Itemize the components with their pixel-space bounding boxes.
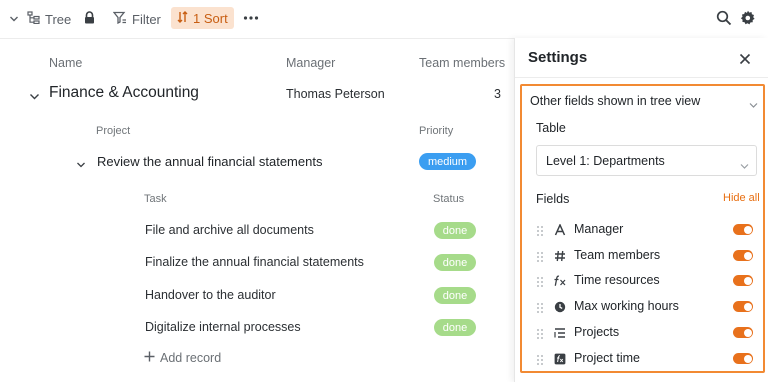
add-record-label: Add record [160,351,222,365]
task-name[interactable]: Digitalize internal processes [145,320,301,334]
sort-icon [177,10,188,26]
field-label: Projects [574,325,620,339]
field-row-manager[interactable]: Manager [536,221,761,239]
column-header-priority[interactable]: Priority [419,125,453,137]
status-badge: done [434,254,476,271]
visibility-toggle[interactable] [733,224,753,235]
priority-badge: medium [419,153,476,170]
visibility-toggle[interactable] [733,353,753,364]
sort-label: 1 Sort [193,10,228,26]
hide-all-button[interactable]: Hide all [723,192,760,204]
column-header-manager[interactable]: Manager [286,56,335,70]
group-name[interactable]: Finance & Accounting [49,84,199,102]
search-icon[interactable] [716,10,732,31]
settings-gear-icon[interactable] [740,10,756,31]
toolbar: Tree Filter 1 Sort [0,0,768,38]
group-expand-chevron-icon[interactable] [29,89,40,107]
group-team-members: 3 [494,87,501,101]
tree-label: Tree [45,11,72,27]
drag-handle-icon[interactable] [536,353,544,371]
column-header-team-members[interactable]: Team members [419,56,505,70]
visibility-toggle[interactable] [733,275,753,286]
collapse-chevron-icon[interactable] [9,11,19,29]
tree-table: Name Manager Team members Finance & Acco… [0,38,514,382]
hash-icon [553,249,567,263]
lock-icon[interactable] [84,11,95,29]
tree-view-button[interactable]: Tree [27,8,71,30]
column-header-task[interactable]: Task [144,193,167,205]
close-icon[interactable] [739,52,751,70]
project-expand-chevron-icon[interactable] [76,157,86,175]
visibility-toggle[interactable] [733,250,753,261]
field-label: Manager [574,222,624,236]
field-label: Time resources [574,273,660,287]
column-header-name[interactable]: Name [49,56,82,70]
drag-handle-icon[interactable] [536,327,544,345]
formula-box-icon [553,352,567,366]
group-manager: Thomas Peterson [286,87,385,101]
section-header[interactable]: Other fields shown in tree view [530,94,700,108]
status-badge: done [434,222,476,239]
field-label: Max working hours [574,299,679,313]
status-badge: done [434,319,476,336]
sort-button[interactable]: 1 Sort [171,7,234,29]
select-chevron-down-icon [740,158,749,176]
clock-icon [553,300,567,314]
field-row-projects[interactable]: Projects [536,324,761,342]
task-name[interactable]: Finalize the annual financial statements [145,255,364,269]
text-icon [553,223,567,237]
field-row-project-time[interactable]: Project time [536,350,761,368]
drag-handle-icon[interactable] [536,224,544,242]
filter-button[interactable]: Filter [112,8,161,30]
section-chevron-down-icon[interactable] [749,97,758,115]
settings-panel: Settings Other fields shown in tree view… [514,38,768,382]
filter-icon [112,11,127,27]
filter-label: Filter [132,11,161,27]
task-name[interactable]: File and archive all documents [145,223,314,237]
more-options-icon[interactable] [243,8,259,33]
field-label: Project time [574,351,640,365]
add-record-button[interactable]: Add record [144,351,221,365]
table-select[interactable]: Level 1: Departments [536,145,757,176]
drag-handle-icon[interactable] [536,250,544,268]
visibility-toggle[interactable] [733,327,753,338]
field-label: Team members [574,248,661,262]
drag-handle-icon[interactable] [536,275,544,293]
panel-divider [515,77,768,78]
drag-handle-icon[interactable] [536,301,544,319]
fields-label: Fields [536,192,570,206]
field-row-max-working-hours[interactable]: Max working hours [536,298,761,316]
plus-icon [144,351,155,365]
status-badge: done [434,287,476,304]
column-header-project[interactable]: Project [96,125,130,137]
visibility-toggle[interactable] [733,301,753,312]
table-label: Table [536,121,566,135]
formula-icon [553,274,567,288]
list-icon [553,326,567,340]
settings-title: Settings [528,49,588,66]
field-row-team-members[interactable]: Team members [536,247,761,265]
column-header-status[interactable]: Status [433,193,464,205]
tree-view-fields-section: Other fields shown in tree view Table Le… [520,84,765,373]
tree-icon [27,11,40,27]
task-name[interactable]: Handover to the auditor [145,288,276,302]
project-name[interactable]: Review the annual financial statements [97,154,322,169]
table-select-value: Level 1: Departments [546,154,665,168]
field-row-time-resources[interactable]: Time resources [536,272,761,290]
